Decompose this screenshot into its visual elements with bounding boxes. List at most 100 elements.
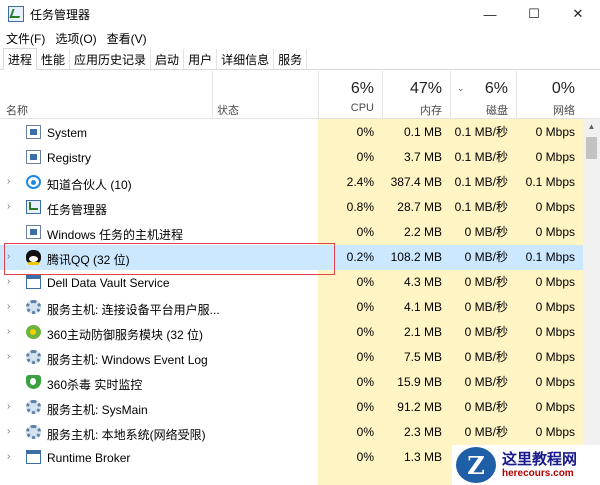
tab-bar: 进程 性能 应用历史记录 启动 用户 详细信息 服务 xyxy=(0,48,600,70)
expand-chevron-icon[interactable]: › xyxy=(7,176,17,188)
expand-chevron-icon[interactable]: › xyxy=(7,451,17,463)
network-value: 0 Mbps xyxy=(535,200,575,214)
window-icon xyxy=(26,275,41,289)
disk-label: 磁盘 xyxy=(486,105,508,117)
system-icon xyxy=(26,125,41,139)
process-row[interactable]: Registry 0% 3.7 MB 0.1 MB/秒 0 Mbps xyxy=(0,145,583,170)
gear-icon xyxy=(26,400,41,414)
column-name[interactable]: 名称 xyxy=(0,71,212,119)
gear-icon xyxy=(26,425,41,439)
column-status[interactable]: 状态 xyxy=(212,71,318,119)
app-circle-icon xyxy=(26,175,41,189)
memory-value: 91.2 MB xyxy=(397,400,442,414)
tab-startup[interactable]: 启动 xyxy=(151,49,185,69)
process-row[interactable]: › 任务管理器 0.8% 28.7 MB 0.1 MB/秒 0 Mbps xyxy=(0,195,583,220)
memory-value: 0.1 MB xyxy=(403,125,442,139)
process-row[interactable]: Windows 任务的主机进程 0% 2.2 MB 0 MB/秒 0 Mbps xyxy=(0,220,583,245)
scroll-thumb[interactable] xyxy=(586,137,597,159)
vertical-scrollbar[interactable]: ▲ xyxy=(583,119,600,485)
process-row[interactable]: › 服务主机: SysMain 0% 91.2 MB 0 MB/秒 0 Mbps xyxy=(0,395,583,420)
memory-value: 1.3 MB xyxy=(403,450,442,464)
memory-value: 28.7 MB xyxy=(397,200,442,214)
process-row[interactable]: › 知道合伙人 (10) 2.4% 387.4 MB 0.1 MB/秒 0.1 Mbps xyxy=(0,170,583,195)
column-memory[interactable]: 47% 内存 xyxy=(382,71,450,119)
memory-label: 内存 xyxy=(420,105,442,117)
memory-value: 7.5 MB xyxy=(403,350,442,364)
cpu-value: 2.4% xyxy=(346,175,374,189)
window-controls: — ☐ ✕ xyxy=(468,0,600,28)
expand-chevron-icon[interactable]: › xyxy=(7,301,17,313)
disk-value: 0 MB/秒 xyxy=(464,325,508,339)
360-icon xyxy=(26,325,41,339)
tab-processes[interactable]: 进程 xyxy=(3,48,38,70)
process-name: 腾讯QQ (32 位) xyxy=(47,253,130,267)
memory-value: 108.2 MB xyxy=(382,245,450,270)
system-icon xyxy=(26,150,41,164)
process-name: Windows 任务的主机进程 xyxy=(47,228,184,242)
watermark: 这里教程网 herecours.com xyxy=(452,445,600,485)
expand-chevron-icon[interactable]: › xyxy=(7,351,17,363)
process-name: 服务主机: SysMain xyxy=(47,403,148,417)
tab-performance[interactable]: 性能 xyxy=(37,49,71,69)
network-value: 0 Mbps xyxy=(535,150,575,164)
tab-app-history[interactable]: 应用历史记录 xyxy=(70,49,152,69)
expand-chevron-icon[interactable]: › xyxy=(7,426,17,438)
menu-options[interactable]: 选项(O) xyxy=(51,30,100,47)
memory-total: 47% xyxy=(409,80,442,97)
process-row[interactable]: 360杀毒 实时监控 0% 15.9 MB 0 MB/秒 0 Mbps xyxy=(0,370,583,395)
memory-value: 2.2 MB xyxy=(403,225,442,239)
close-button[interactable]: ✕ xyxy=(556,0,600,28)
minimize-button[interactable]: — xyxy=(468,0,512,28)
watermark-cn: 这里教程网 xyxy=(502,450,578,469)
process-row[interactable]: › 腾讯QQ (32 位) 0.2% 108.2 MB 0 MB/秒 0.1 Mbps xyxy=(0,245,583,270)
disk-value: 0 MB/秒 xyxy=(450,245,516,270)
process-name: 任务管理器 xyxy=(47,203,108,217)
process-row[interactable]: › 服务主机: 本地系统(网络受限) 0% 2.3 MB 0 MB/秒 0 Mbps xyxy=(0,420,583,445)
network-value: 0 Mbps xyxy=(535,350,575,364)
expand-chevron-icon[interactable]: › xyxy=(7,201,17,213)
gear-icon xyxy=(26,350,41,364)
cpu-total: 6% xyxy=(350,80,374,97)
network-value: 0 Mbps xyxy=(535,275,575,289)
column-network[interactable]: 0% 网络 xyxy=(516,71,583,119)
network-value: 0 Mbps xyxy=(535,400,575,414)
cpu-value: 0% xyxy=(356,325,374,339)
disk-value: 0 MB/秒 xyxy=(464,300,508,314)
process-row[interactable]: › 服务主机: 连接设备平台用户服... 0% 4.1 MB 0 MB/秒 0 Mbps xyxy=(0,295,583,320)
disk-value: 0 MB/秒 xyxy=(464,425,508,439)
maximize-button[interactable]: ☐ xyxy=(512,0,556,28)
disk-value: 0 MB/秒 xyxy=(464,350,508,364)
process-name: 360杀毒 实时监控 xyxy=(47,378,143,392)
column-cpu[interactable]: 6% CPU xyxy=(318,71,382,119)
network-total: 0% xyxy=(551,80,575,97)
network-value: 0 Mbps xyxy=(535,425,575,439)
network-value: 0.1 Mbps xyxy=(516,245,583,270)
process-name: System xyxy=(47,126,88,140)
cpu-value: 0% xyxy=(356,400,374,414)
process-row[interactable]: › 360主动防御服务模块 (32 位) 0% 2.1 MB 0 MB/秒 0 Mbps xyxy=(0,320,583,345)
expand-chevron-icon[interactable]: › xyxy=(7,401,17,413)
column-header: 名称 状态 6% CPU 47% 内存 ⌄ 6% 磁盘 0% 网络 xyxy=(0,71,600,119)
system-icon xyxy=(26,225,41,239)
tab-services[interactable]: 服务 xyxy=(274,49,308,69)
process-row[interactable]: System 0% 0.1 MB 0.1 MB/秒 0 Mbps xyxy=(0,120,583,145)
tab-users[interactable]: 用户 xyxy=(184,49,218,69)
menu-file[interactable]: 文件(F) xyxy=(2,30,49,47)
scroll-up-arrow-icon[interactable]: ▲ xyxy=(583,119,600,135)
expand-chevron-icon[interactable]: › xyxy=(7,326,17,338)
process-row[interactable]: › Dell Data Vault Service 0% 4.3 MB 0 MB/秒 0 … xyxy=(0,270,583,295)
memory-value: 2.1 MB xyxy=(403,325,442,339)
tab-details[interactable]: 详细信息 xyxy=(217,49,275,69)
column-name-label: 名称 xyxy=(6,105,28,117)
column-disk[interactable]: ⌄ 6% 磁盘 xyxy=(450,71,516,119)
expand-chevron-icon[interactable]: › xyxy=(7,276,17,288)
cpu-value: 0% xyxy=(356,125,374,139)
expand-chevron-icon[interactable]: › xyxy=(7,251,17,263)
window-icon xyxy=(26,450,41,464)
cpu-value: 0% xyxy=(356,450,374,464)
process-name: Registry xyxy=(47,151,92,165)
menu-bar: 文件(F) 选项(O) 查看(V) xyxy=(0,28,151,48)
process-row[interactable]: › 服务主机: Windows Event Log 0% 7.5 MB 0 MB/秒 0 … xyxy=(0,345,583,370)
menu-view[interactable]: 查看(V) xyxy=(103,30,151,47)
memory-value: 4.1 MB xyxy=(403,300,442,314)
